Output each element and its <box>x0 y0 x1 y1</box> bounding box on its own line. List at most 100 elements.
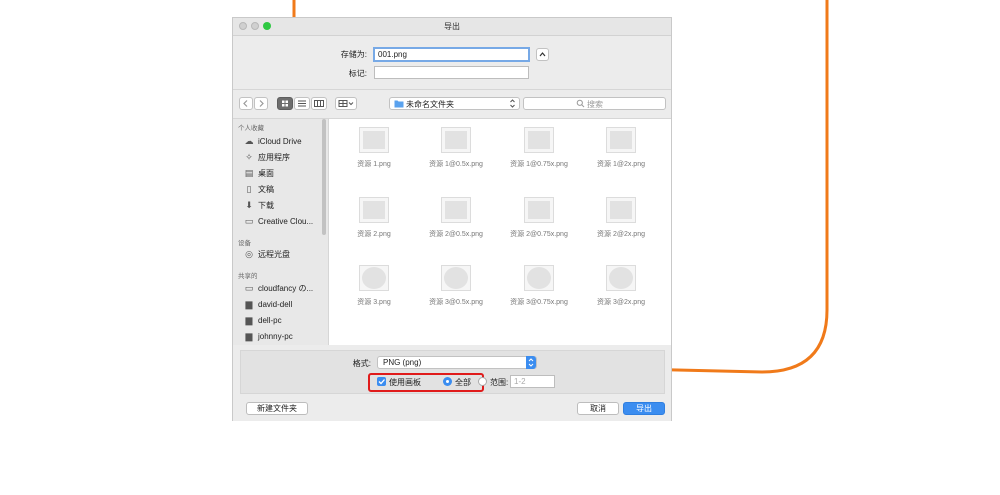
radio-dot-icon <box>446 380 449 383</box>
sidebar-item-label: 文稿 <box>258 185 274 194</box>
range-radio[interactable] <box>478 377 487 386</box>
title-bar: 导出 <box>233 18 671 36</box>
sidebar-item-downloads[interactable]: ⬇ 下载 <box>243 198 274 212</box>
export-button[interactable]: 导出 <box>623 402 665 415</box>
cancel-button[interactable]: 取消 <box>577 402 619 415</box>
list-icon <box>298 100 306 107</box>
format-select[interactable]: PNG (png) <box>377 356 537 369</box>
sidebar-header-favorites: 个人收藏 <box>238 125 264 132</box>
export-dialog: 导出 存储为: 001.png 标记: 未命名文件夹 搜索 个人收藏 ☁ iClo <box>232 17 672 421</box>
file-name: 资源 2.png <box>357 231 391 238</box>
computer-icon: ▭ <box>244 283 254 293</box>
format-label: 格式: <box>352 359 371 368</box>
updown-chevron-icon <box>510 99 515 108</box>
filename-field[interactable]: 001.png <box>373 47 530 62</box>
image-preview-icon <box>610 131 632 149</box>
format-value: PNG (png) <box>383 358 422 367</box>
sidebar: 个人收藏 ☁ iCloud Drive ✧ 应用程序 ▤ 桌面 ▯ 文稿 ⬇ 下载 ▭ Cr… <box>233 119 329 345</box>
sidebar-header-devices: 设备 <box>238 240 251 247</box>
file-name: 资源 2@0.75x.png <box>510 231 568 238</box>
sidebar-item-documents[interactable]: ▯ 文稿 <box>243 182 274 196</box>
file-name: 资源 2@0.5x.png <box>429 231 483 238</box>
group-icon <box>338 100 354 107</box>
file-thumbnail <box>359 197 389 223</box>
folder-icon: ▭ <box>244 216 254 226</box>
monitor-icon: ▆ <box>245 299 253 309</box>
sidebar-item-desktop[interactable]: ▤ 桌面 <box>243 166 274 180</box>
sidebar-item-david-dell[interactable]: ▆ david-dell <box>243 297 293 311</box>
use-artboards-checkbox[interactable] <box>377 377 386 386</box>
sidebar-item-label: david-dell <box>258 300 293 309</box>
range-placeholder: 1-2 <box>514 377 526 386</box>
search-input[interactable]: 搜索 <box>523 97 666 110</box>
location-popup[interactable]: 未命名文件夹 <box>389 97 520 110</box>
sidebar-scrollbar[interactable] <box>322 119 326 235</box>
file-thumbnail <box>606 265 636 291</box>
file-thumbnail <box>359 127 389 153</box>
sidebar-item-dell-pc[interactable]: ▆ dell-pc <box>243 313 282 327</box>
file-item[interactable]: 资源 3@0.75x.png <box>499 259 579 319</box>
sidebar-item-johnny-pc[interactable]: ▆ johnny-pc <box>243 329 293 343</box>
image-preview-icon <box>363 201 385 219</box>
column-view-button[interactable] <box>311 97 327 110</box>
file-name: 资源 1@0.75x.png <box>510 161 568 168</box>
group-button[interactable] <box>335 97 357 110</box>
sidebar-item-remote-disc[interactable]: ◎ 远程光盘 <box>243 247 290 261</box>
monitor-icon: ▆ <box>245 315 253 325</box>
file-item[interactable]: 资源 1.png <box>334 121 414 181</box>
documents-icon: ▯ <box>246 184 252 194</box>
sidebar-item-label: dell-pc <box>258 316 282 325</box>
image-preview-icon <box>528 131 550 149</box>
sidebar-item-label: 远程光盘 <box>258 250 290 259</box>
range-label: 范围: <box>490 378 509 387</box>
file-item[interactable]: 资源 1@0.5x.png <box>416 121 496 181</box>
tags-field[interactable] <box>374 66 529 79</box>
file-item[interactable]: 资源 3.png <box>334 259 414 319</box>
file-item[interactable]: 资源 1@2x.png <box>581 121 661 181</box>
file-item[interactable]: 资源 3@2x.png <box>581 259 661 319</box>
all-radio[interactable] <box>443 377 452 386</box>
file-item[interactable]: 资源 2@0.75x.png <box>499 191 579 251</box>
image-preview-icon <box>610 201 632 219</box>
search-placeholder: 搜索 <box>587 100 603 109</box>
sidebar-item-cloudfancy[interactable]: ▭ cloudfancy の... <box>243 281 313 295</box>
chevron-left-icon <box>243 100 248 107</box>
use-artboards-label: 使用画板 <box>389 378 421 387</box>
all-label: 全部 <box>455 378 471 387</box>
file-thumbnail <box>359 265 389 291</box>
file-item[interactable]: 资源 1@0.75x.png <box>499 121 579 181</box>
file-thumbnail <box>441 197 471 223</box>
sidebar-item-applications[interactable]: ✧ 应用程序 <box>243 150 290 164</box>
select-stepper <box>526 356 536 369</box>
file-name: 资源 1@2x.png <box>597 161 645 168</box>
file-thumbnail <box>524 265 554 291</box>
forward-button[interactable] <box>254 97 268 110</box>
file-item[interactable]: 资源 2@2x.png <box>581 191 661 251</box>
file-name: 资源 1@0.5x.png <box>429 161 483 168</box>
location-label: 未命名文件夹 <box>406 100 454 109</box>
file-thumbnail <box>524 197 554 223</box>
cloud-icon: ☁ <box>244 136 254 146</box>
download-icon: ⬇ <box>245 200 253 210</box>
icon-view-button[interactable] <box>277 97 293 110</box>
file-item[interactable]: 资源 3@0.5x.png <box>416 259 496 319</box>
range-input[interactable]: 1-2 <box>510 375 555 388</box>
expand-button[interactable] <box>536 48 549 61</box>
sidebar-item-icloud[interactable]: ☁ iCloud Drive <box>243 134 302 148</box>
tags-label: 标记: <box>348 69 367 78</box>
sidebar-item-label: 应用程序 <box>258 153 290 162</box>
desktop-icon: ▤ <box>244 168 254 178</box>
file-item[interactable]: 资源 2@0.5x.png <box>416 191 496 251</box>
image-preview-icon <box>362 267 386 289</box>
image-preview-icon <box>527 267 551 289</box>
file-name: 资源 3@0.75x.png <box>510 299 568 306</box>
toolbar-divider <box>233 89 671 90</box>
sidebar-item-creative-cloud[interactable]: ▭ Creative Clou... <box>243 214 313 228</box>
columns-icon <box>314 100 324 107</box>
file-name: 资源 3@2x.png <box>597 299 645 306</box>
file-item[interactable]: 资源 2.png <box>334 191 414 251</box>
export-options: 格式: PNG (png) 使用画板 全部 范围: 1-2 <box>240 350 665 394</box>
new-folder-button[interactable]: 新建文件夹 <box>246 402 308 415</box>
list-view-button[interactable] <box>294 97 310 110</box>
back-button[interactable] <box>239 97 253 110</box>
